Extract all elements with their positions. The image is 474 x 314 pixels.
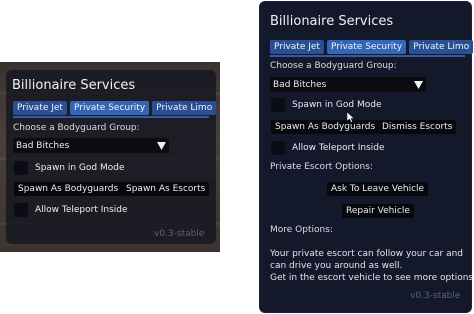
spawn-bodyguards-button[interactable]: Spawn As Bodyguards — [14, 182, 123, 196]
spawn-escorts-button[interactable]: Spawn As Escorts — [122, 182, 210, 196]
escort-options-label: Private Escort Options: — [270, 162, 373, 172]
menu-title: Billionaire Services — [12, 78, 136, 93]
teleport-label: Allow Teleport Inside — [292, 143, 385, 153]
checkbox-box — [271, 98, 285, 112]
bodyguard-group-value: Bad Bitches — [16, 140, 70, 151]
dropdown-arrow-icon — [411, 77, 426, 92]
teleport-label: Allow Teleport Inside — [35, 205, 128, 215]
god-mode-checkbox[interactable]: Spawn in God Mode — [14, 161, 125, 175]
tab-private-limo[interactable]: Private Limo — [409, 40, 474, 54]
checkbox-box — [14, 203, 28, 217]
tab-bar: Private Jet Private Security Private Lim… — [270, 40, 474, 54]
god-mode-checkbox[interactable]: Spawn in God Mode — [271, 98, 382, 112]
tab-underline — [270, 55, 465, 57]
teleport-checkbox[interactable]: Allow Teleport Inside — [271, 141, 385, 155]
info-line: Your private escort can follow your car … — [270, 249, 464, 259]
dropdown-arrow-icon — [154, 138, 169, 153]
more-options-label: More Options: — [270, 225, 333, 235]
services-menu-left: Billionaire Services Private Jet Private… — [6, 70, 217, 244]
services-menu-right: Billionaire Services Private Jet Private… — [259, 1, 474, 313]
mouse-cursor-icon — [347, 112, 355, 123]
tab-private-security[interactable]: Private Security — [69, 101, 150, 115]
repair-vehicle-button[interactable]: Repair Vehicle — [342, 204, 414, 218]
version-label: v0.3-stable — [410, 291, 461, 301]
group-label: Choose a Bodyguard Group: — [13, 123, 140, 133]
god-mode-label: Spawn in God Mode — [35, 163, 125, 173]
checkbox-box — [14, 161, 28, 175]
spawn-bodyguards-button[interactable]: Spawn As Bodyguards — [271, 120, 380, 134]
bodyguard-group-value: Bad Bitches — [273, 79, 327, 90]
group-label: Choose a Bodyguard Group: — [270, 61, 397, 71]
tab-underline — [13, 116, 209, 118]
teleport-checkbox[interactable]: Allow Teleport Inside — [14, 203, 128, 217]
ask-leave-vehicle-button[interactable]: Ask To Leave Vehicle — [327, 182, 429, 196]
menu-title: Billionaire Services — [270, 14, 394, 29]
info-line: can drive you around as well. — [270, 261, 403, 271]
dismiss-escorts-button[interactable]: Dismiss Escorts — [378, 120, 457, 134]
checkbox-box — [271, 141, 285, 155]
bodyguard-group-select[interactable]: Bad Bitches — [13, 138, 169, 153]
escort-info-text: Your private escort can follow your car … — [270, 248, 474, 284]
tab-private-security[interactable]: Private Security — [326, 40, 407, 54]
version-label: v0.3-stable — [154, 229, 205, 239]
god-mode-label: Spawn in God Mode — [292, 100, 382, 110]
info-line: Get in the escort vehicle to see more op… — [270, 273, 474, 283]
bodyguard-group-select[interactable]: Bad Bitches — [270, 77, 426, 92]
tab-private-limo[interactable]: Private Limo — [152, 101, 217, 115]
tab-private-jet[interactable]: Private Jet — [13, 101, 67, 115]
tab-bar: Private Jet Private Security Private Lim… — [13, 101, 217, 115]
tab-private-jet[interactable]: Private Jet — [270, 40, 324, 54]
